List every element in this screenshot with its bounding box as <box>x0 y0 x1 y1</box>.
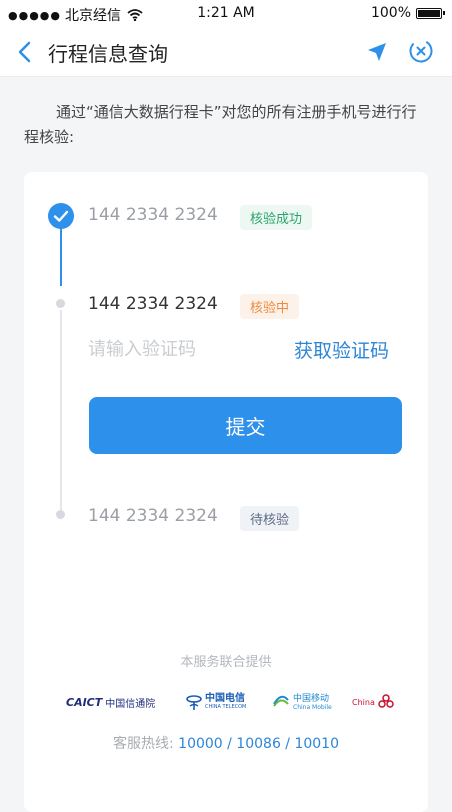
get-code-button[interactable]: 获取验证码 <box>294 336 389 363</box>
partner-logos: CAICT 中国信通院 中国电信 CHINA TELECOM 中国移动 Chin… <box>0 686 452 716</box>
check-circle-icon <box>48 203 74 229</box>
location-arrow-icon[interactable] <box>366 41 388 63</box>
step-1-status-badge: 核验成功 <box>240 205 313 230</box>
page-title: 行程信息查询 <box>48 42 168 66</box>
status-bar: ●●●●● 北京经信 1:21 AM 100% <box>0 0 452 28</box>
telecom-emblem-icon <box>186 695 202 710</box>
step-3-phone: 144 2334 2324 <box>88 506 218 526</box>
mobile-emblem-icon <box>273 695 289 707</box>
status-right: 100% <box>370 5 445 21</box>
hotline-label: 客服热线: <box>112 736 174 752</box>
china-unicom-logo: China <box>352 690 395 714</box>
china-telecom-logo: 中国电信 CHINA TELECOM <box>186 690 246 714</box>
timeline-line-done <box>60 228 62 286</box>
caict-logo: CAICT 中国信通院 <box>66 695 156 710</box>
step-2-phone: 144 2334 2324 <box>88 294 218 314</box>
submit-button[interactable]: 提交 <box>89 397 402 454</box>
intro-text: 通过“通信大数据行程卡”对您的所有注册手机号进行行程核验: <box>24 103 417 146</box>
timeline-dot <box>56 299 65 308</box>
timeline-line-pending <box>60 310 62 510</box>
timeline-dot <box>56 510 65 519</box>
step-1-phone: 144 2334 2324 <box>88 205 218 225</box>
circle-close-icon[interactable] <box>408 38 434 64</box>
provided-by-text: 本服务联合提供 <box>180 655 272 670</box>
step-3-status-badge: 待核验 <box>240 506 300 531</box>
hotline: 客服热线: 10000 / 10086 / 10010 <box>0 733 452 753</box>
battery-percent: 100% <box>370 5 411 21</box>
verification-card <box>24 172 428 812</box>
verification-code-input[interactable] <box>88 334 278 364</box>
china-mobile-logo: 中国移动 China Mobile <box>272 690 332 714</box>
hotline-numbers[interactable]: 10000 / 10086 / 10010 <box>178 736 339 752</box>
nav-bar: 行程信息查询 <box>0 28 452 77</box>
step-2-status-badge: 核验中 <box>240 294 300 319</box>
back-chevron-icon[interactable] <box>14 40 38 64</box>
unicom-knot-icon <box>378 694 394 708</box>
battery-icon <box>416 7 445 19</box>
